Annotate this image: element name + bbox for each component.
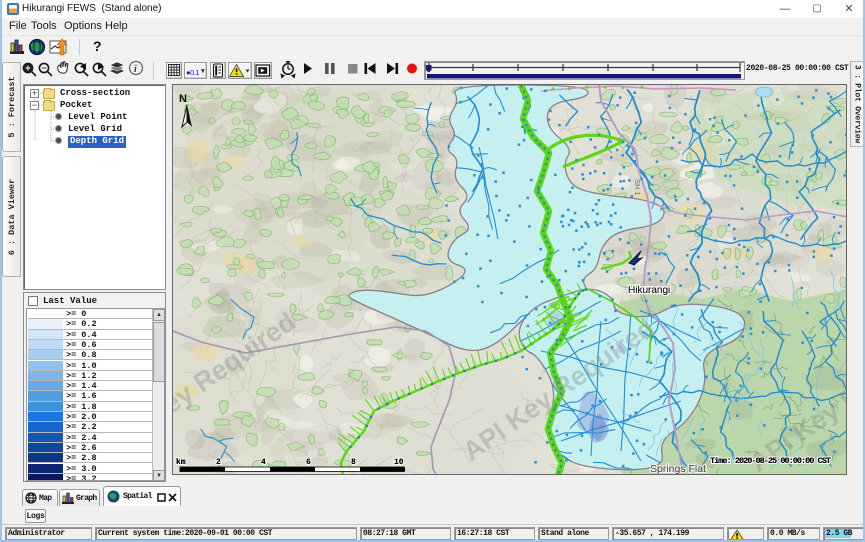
svg-text:4: 4 — [261, 458, 266, 467]
svg-text:N: N — [179, 93, 187, 105]
svg-text:SH 1: SH 1 — [633, 179, 642, 196]
svg-text:6: 6 — [306, 458, 311, 467]
svg-text:km: km — [176, 458, 186, 467]
svg-text:Springs Flat: Springs Flat — [650, 463, 706, 475]
svg-text:Time: 2020-08-25 00:00:00 CST: Time: 2020-08-25 00:00:00 CST — [710, 456, 831, 466]
svg-text:−: − — [42, 63, 47, 73]
svg-text:Hikurangi: Hikurangi — [628, 285, 670, 296]
svg-text:8: 8 — [351, 458, 356, 467]
svg-text:10: 10 — [394, 458, 404, 467]
svg-text:2: 2 — [216, 458, 221, 467]
svg-text:i: i — [134, 64, 137, 75]
svg-text:+: + — [25, 63, 30, 73]
